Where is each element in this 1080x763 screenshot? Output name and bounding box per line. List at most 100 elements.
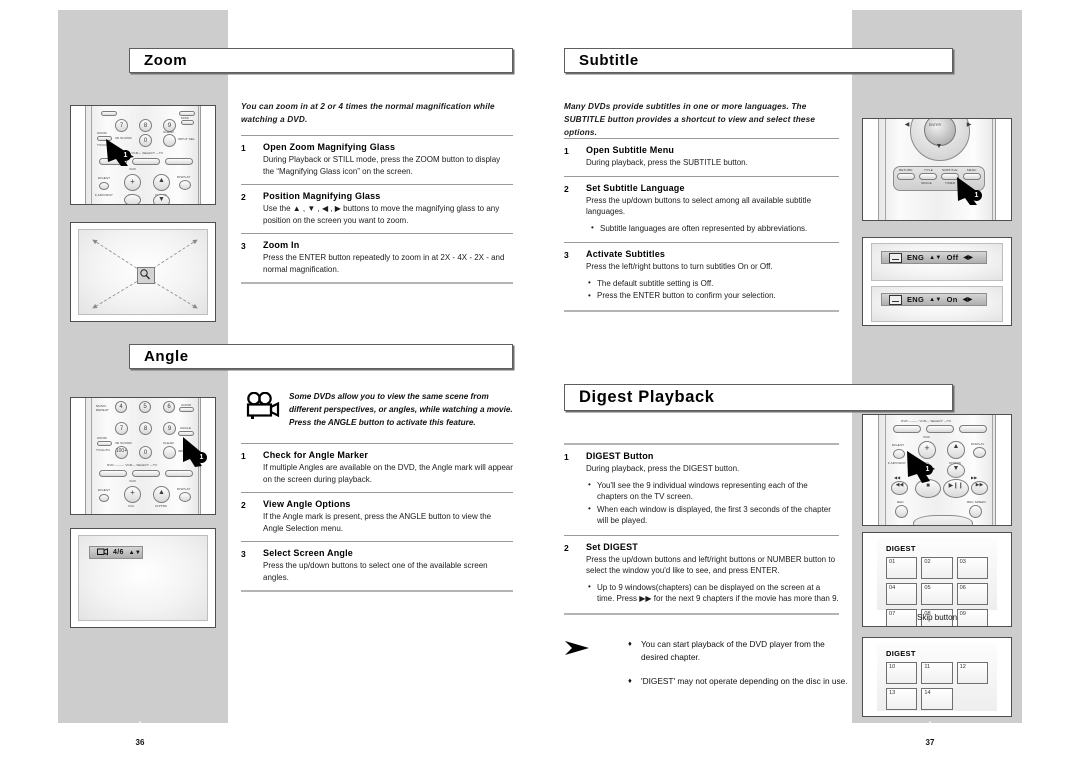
step-title: Open Subtitle Menu [586, 145, 675, 155]
section-heading-zoom-label: Zoom [144, 52, 188, 69]
tv-screen-subtitle-off: ENG ▲▼ Off ◀▶ [871, 243, 1003, 281]
step-title: Position Magnifying Glass [263, 191, 381, 201]
digest-step-list: 1 DIGEST Button During playback, press t… [564, 443, 839, 615]
remote-label-enter: ENTER [929, 123, 941, 127]
step-title: Set Subtitle Language [586, 182, 685, 193]
bullet-item: You'll see the 9 individual windows repr… [586, 479, 839, 503]
callout-badge: 1 [196, 452, 207, 463]
remote-label-return: RETURN [899, 168, 913, 172]
step-number: 2 [241, 192, 246, 202]
bullet-item: Subtitle languages are often represented… [586, 222, 839, 235]
page-footer-right [540, 723, 1080, 763]
step-item: 2 View Angle Options If the Angle mark i… [241, 493, 513, 541]
step-title: View Angle Options [263, 499, 351, 509]
digest-cell[interactable]: 14 [921, 688, 953, 710]
step-item: 2 Position Magnifying Glass Use the ▲ , … [241, 185, 513, 233]
remote-label-vcr: VCR [129, 479, 136, 483]
remote-label-title: TITLE [924, 168, 933, 172]
step-item: 3 Select Screen Angle Press the up/down … [241, 542, 513, 590]
step-bullets: The default subtitle setting is Off. Pre… [586, 277, 839, 302]
subtitle-osd-lang: ENG [907, 295, 925, 304]
step-bullets: Up to 9 windows(chapters) can be display… [586, 581, 839, 605]
subtitle-osd-bar-off: ENG ▲▼ Off ◀▶ [881, 251, 987, 264]
remote-label-inputsel: INPUT SEL. [178, 137, 196, 141]
digest-cell[interactable]: 10 [886, 662, 918, 684]
note-list: You can start playback of the DVD player… [628, 638, 854, 688]
digest-chapter-grid: 10 11 12 13 14 [886, 662, 988, 710]
step-description: Press the left/right buttons to turn sub… [586, 262, 773, 271]
callout-pointer-zoom: 1 [104, 133, 146, 172]
remote-label-display: DISPLAY [177, 487, 191, 491]
note-item: 'DIGEST' may not operate depending on th… [628, 675, 854, 688]
magnifying-glass-icon [137, 267, 155, 284]
digest-cell[interactable]: 04 [886, 583, 918, 605]
step-title: Activate Subtitles [586, 249, 666, 259]
movie-camera-icon [246, 391, 280, 425]
digest-cell[interactable]: 06 [956, 583, 988, 605]
step-title: Select Screen Angle [263, 548, 354, 558]
remote-label-subtitle-sub: TIMER [945, 181, 956, 185]
page-left: Zoom You can zoom in at 2 or 4 times the… [0, 0, 540, 763]
page-right: Subtitle Many DVDs provide subtitles in … [540, 0, 1080, 763]
step-description: During playback, press the SUBTITLE butt… [586, 158, 748, 167]
step-title: Open Zoom Magnifying Glass [263, 142, 396, 152]
step-title: Zoom In [263, 240, 300, 250]
step-item: 2 Set DIGEST Press the up/down buttons a… [564, 536, 839, 613]
step-bullets: You'll see the 9 individual windows repr… [586, 479, 839, 527]
step-description: If the Angle mark is present, press the … [263, 512, 492, 533]
remote-label-clear: CLEAR [163, 130, 174, 134]
digest-cell[interactable]: 05 [921, 583, 953, 605]
remote-label-title-sub: SPACE [921, 181, 932, 185]
step-description: During Playback or STILL mode, press the… [263, 155, 501, 176]
digest-cell[interactable]: 13 [886, 688, 918, 710]
bullet-item: Press the ENTER button to confirm your s… [586, 290, 839, 302]
step-number: 3 [564, 250, 569, 260]
angle-step-list: 1 Check for Angle Marker If multiple Ang… [241, 443, 513, 592]
page-number: 37 [925, 738, 935, 747]
digest-cell[interactable]: 11 [921, 662, 953, 684]
section-heading-angle-label: Angle [144, 348, 189, 365]
cursor-left-icon: ◀ [904, 122, 910, 128]
step-number: 2 [564, 542, 569, 553]
step-number: 1 [564, 146, 569, 156]
remote-label-clear: CLEAR [163, 441, 174, 445]
updown-arrows-icon: ▲▼ [929, 254, 942, 261]
angle-osd-indicator: 4/6 ▲▼ [89, 546, 143, 559]
section-heading-subtitle: Subtitle [564, 48, 953, 73]
digest-cell[interactable]: 12 [956, 662, 988, 684]
digest-cell[interactable]: 03 [956, 557, 988, 579]
step-item: 3 Zoom In Press the ENTER button repeate… [241, 234, 513, 282]
step-number: 1 [564, 452, 569, 462]
step-number: 3 [241, 549, 246, 559]
updown-arrows-icon: ▲▼ [128, 549, 142, 556]
remote-label-display: DISPLAY [177, 175, 191, 179]
step-description: Press the up/down buttons to select one … [263, 561, 488, 582]
angle-osd-value: 4/6 [113, 549, 124, 556]
remote-label-rew: ◀◀ [894, 475, 901, 480]
remote-label-tvauto: TV/AUTO [96, 448, 111, 452]
section-heading-angle: Angle [129, 344, 513, 369]
subtitle-step-list: 1 Open Subtitle Menu During playback, pr… [564, 138, 839, 312]
remote-label-digest: DIGEST [98, 488, 111, 492]
digest-cell[interactable]: 02 [921, 557, 953, 579]
callout-badge: 1 [120, 150, 131, 161]
step-description: Press the up/down buttons to select amon… [586, 195, 812, 217]
callout-badge: 1 [922, 464, 933, 475]
page-footer-left [0, 723, 540, 763]
step-title: DIGEST Button [586, 451, 654, 461]
remote-button-rec[interactable] [895, 505, 908, 518]
step-number: 2 [564, 183, 569, 194]
remote-label-fadv: F.ADV/SKIP [888, 461, 906, 465]
digest-panel: DIGEST 01 02 03 04 05 06 07 08 09 [877, 538, 997, 626]
divider [241, 282, 513, 284]
subtitle-osd-state: On [946, 295, 958, 304]
remote-label-zoom: ZOOM [97, 436, 107, 440]
step-item: 1 Open Subtitle Menu During playback, pr… [564, 139, 839, 176]
page-number-right-container: 37 [900, 715, 960, 763]
digest-cell[interactable]: 01 [886, 557, 918, 579]
remote-label-digest: DIGEST [892, 443, 905, 447]
remote-label-rec: REC [897, 500, 904, 504]
digest-panel-title: DIGEST [886, 649, 916, 658]
note-arrow-icon [564, 640, 590, 661]
remote-button-digest[interactable] [893, 449, 905, 459]
